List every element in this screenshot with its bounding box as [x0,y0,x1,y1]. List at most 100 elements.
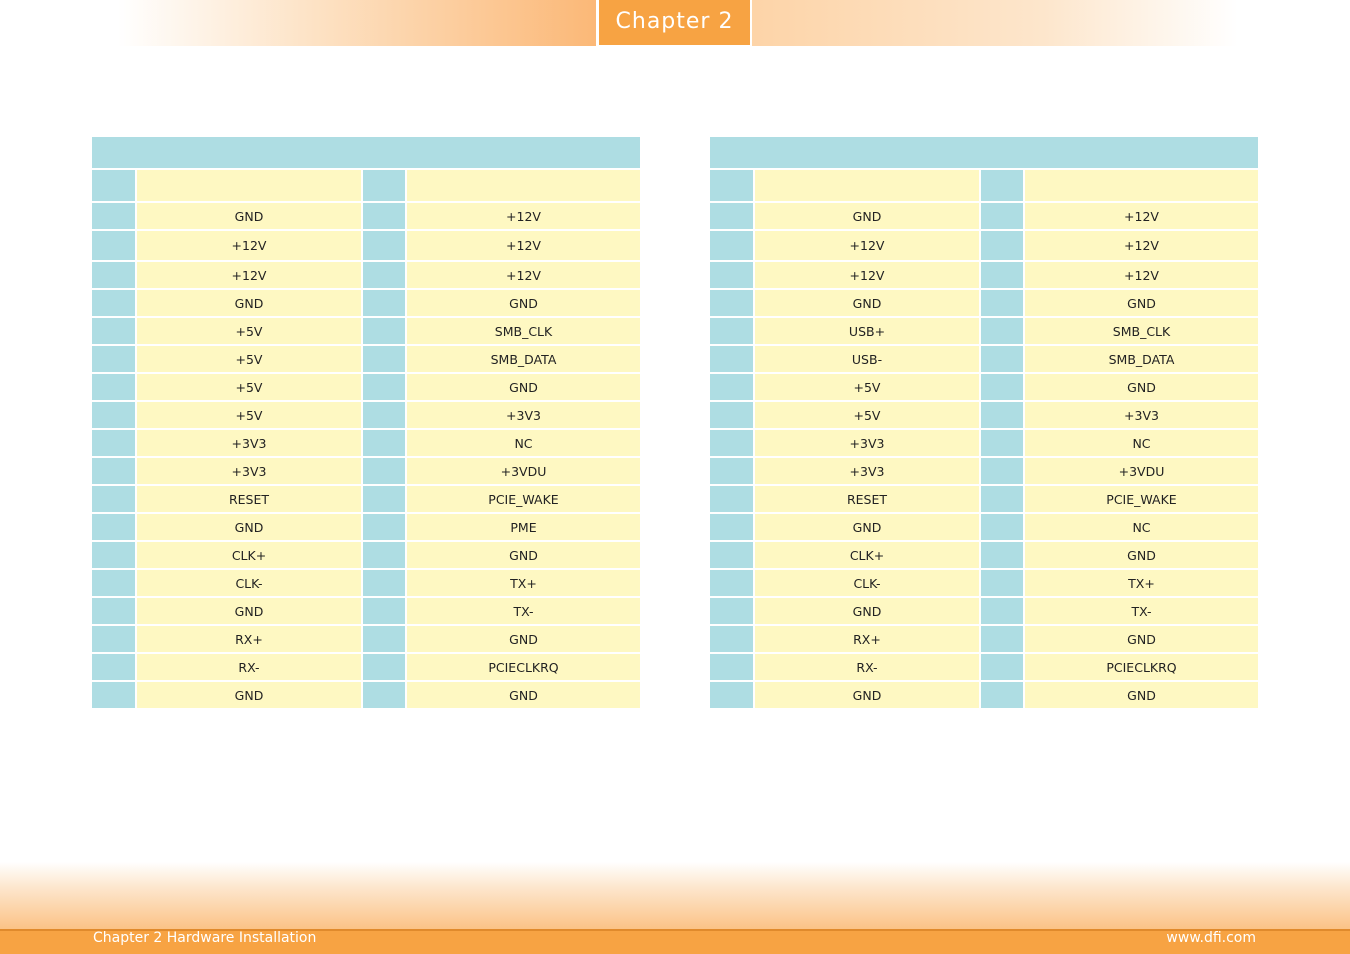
pin-number-cell [92,316,136,345]
pin-number-cell [710,652,754,681]
pin-number-cell [979,568,1024,597]
table-row: USB- SMB_DATA [710,344,1258,373]
table-row: CLK+ GND [92,540,640,569]
signal-name-cell: +12V [1023,229,1258,261]
signal-name-cell: +12V [753,229,980,261]
table-row: RX- PCIECLKRQ [92,652,640,681]
signal-name-cell: PCIECLKRQ [405,652,640,681]
table-row: RX+ GND [92,624,640,653]
pin-number-cell [361,568,406,597]
table-row: RESET PCIE_WAKE [710,484,1258,513]
signal-name-cell: +5V [135,316,362,345]
pin-number-cell [979,596,1024,625]
table-row: RESET PCIE_WAKE [92,484,640,513]
signal-name-cell: +12V [405,201,640,230]
pin-number-cell [92,456,136,485]
pin-number-cell [710,568,754,597]
pin-header-cell [92,168,136,202]
pin-number-cell [710,428,754,457]
pin-number-cell [361,428,406,457]
signal-name-cell: RESET [753,484,980,513]
signal-name-cell: GND [753,288,980,317]
signal-name-cell: +12V [135,229,362,261]
signal-name-cell: +3V3 [753,456,980,485]
signal-name-cell: +12V [1023,260,1258,289]
pin-number-cell [979,652,1024,681]
signal-name-cell: +3VDU [405,456,640,485]
pin-number-cell [979,316,1024,345]
header-gradient-right [752,0,1238,46]
pin-header-cell [710,168,754,202]
signal-name-cell: CLK+ [135,540,362,569]
table-row: +5V GND [92,372,640,401]
signal-name-cell: GND [135,680,362,708]
table-row: +5V SMB_DATA [92,344,640,373]
signal-name-cell: +3V3 [135,456,362,485]
table-row: +12V +12V [710,229,1258,261]
pin-number-cell [361,456,406,485]
footer-gradient [0,862,1350,932]
pin-number-cell [92,428,136,457]
table-row: +3V3 NC [92,428,640,457]
table-title [710,137,1258,169]
table-row: GND TX- [710,596,1258,625]
signal-name-cell: GND [1023,624,1258,653]
signal-name-cell: GND [753,680,980,708]
signal-name-cell: GND [405,288,640,317]
table-row: RX- PCIECLKRQ [710,652,1258,681]
pin-number-cell [710,229,754,261]
table-row: +5V +3V3 [92,400,640,429]
signal-name-cell: +5V [135,344,362,373]
pin-number-cell [361,540,406,569]
signal-name-cell: +3V3 [135,428,362,457]
pin-number-cell [361,400,406,429]
signal-name-cell: GND [405,372,640,401]
signal-name-cell: +5V [135,372,362,401]
signal-name-cell: NC [1023,428,1258,457]
pin-number-cell [92,229,136,261]
pin-number-cell [92,201,136,230]
table-row: USB+ SMB_CLK [710,316,1258,345]
pin-number-cell [979,344,1024,373]
pin-number-cell [979,512,1024,541]
pin-table-right: GND +12V +12V +12V +12V +12V GND GND USB+ SMB_CLK… [710,137,1258,708]
pin-number-cell [979,428,1024,457]
signal-name-cell: GND [135,596,362,625]
pin-number-cell [361,201,406,230]
signal-name-cell: RESET [135,484,362,513]
pin-number-cell [710,484,754,513]
signal-name-cell: TX+ [405,568,640,597]
pin-number-cell [92,596,136,625]
signal-name-cell: TX- [405,596,640,625]
signal-name-cell: GND [1023,372,1258,401]
signal-name-cell: GND [135,288,362,317]
table-row: +3V3 +3VDU [92,456,640,485]
signal-name-cell: GND [405,624,640,653]
table-title [92,137,640,169]
table-row: GND PME [92,512,640,541]
pin-number-cell [710,260,754,289]
pin-header-cell [361,168,406,202]
pin-number-cell [92,372,136,401]
table-title-row [710,137,1258,169]
signal-name-cell: +3V3 [405,400,640,429]
signal-name-cell: GND [405,540,640,569]
table-row: GND GND [710,680,1258,708]
signal-header-cell [405,168,640,202]
signal-name-cell: RX- [135,652,362,681]
pin-number-cell [710,596,754,625]
pin-header-cell [979,168,1024,202]
pin-number-cell [979,400,1024,429]
table-row: +12V +12V [92,229,640,261]
signal-name-cell: PME [405,512,640,541]
table-title-row [92,137,640,169]
table-row: GND GND [710,288,1258,317]
pin-number-cell [92,260,136,289]
pin-number-cell [710,456,754,485]
pin-number-cell [979,260,1024,289]
pin-number-cell [710,680,754,708]
signal-name-cell: TX- [1023,596,1258,625]
signal-name-cell: GND [135,512,362,541]
signal-name-cell: PCIECLKRQ [1023,652,1258,681]
pin-number-cell [361,344,406,373]
